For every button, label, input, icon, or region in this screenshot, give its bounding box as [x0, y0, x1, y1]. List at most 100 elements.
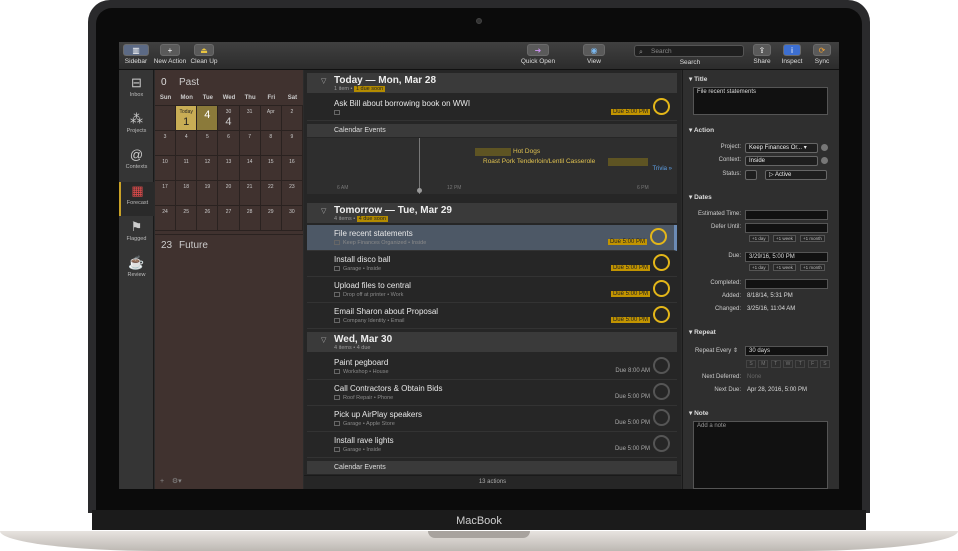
project-popup[interactable]: Keep Finances Or... ▾	[745, 143, 818, 153]
rail-item-projects[interactable]: ⁂ Projects	[119, 110, 154, 144]
calendar-day[interactable]: 25	[176, 206, 198, 231]
calendar-day[interactable]: 16	[281, 156, 303, 181]
calendar-day[interactable]: Today 1	[176, 106, 198, 131]
calendar-day[interactable]: 12	[197, 156, 219, 181]
completion-checkbox[interactable]	[650, 228, 667, 245]
weekday-toggle[interactable]: S	[746, 360, 756, 368]
calendar-day[interactable]: 21	[239, 181, 261, 206]
repeat-section-header[interactable]: ▾ Repeat	[689, 328, 716, 336]
calendar-day[interactable]: Apr	[260, 106, 282, 131]
rail-item-flagged[interactable]: ⚑ Flagged	[119, 218, 154, 252]
group-header-tomorrow[interactable]: ▽ Tomorrow — Tue, Mar 29 4 items • 4 due…	[307, 203, 677, 223]
calendar-event[interactable]: Roast Pork Tenderloin/Lentil Casserole	[483, 157, 648, 166]
inspect-button[interactable]: i Inspect	[779, 44, 805, 65]
title-field[interactable]: File recent statements	[693, 87, 828, 115]
action-row[interactable]: Install disco ball Garage • Inside Due 5:0…	[307, 251, 677, 277]
defer-plus-week-button[interactable]: +1 week	[773, 235, 796, 242]
calendar-day[interactable]: 17	[155, 181, 177, 206]
calendar-day[interactable]: 20	[218, 181, 240, 206]
completion-checkbox[interactable]	[653, 306, 670, 323]
estimated-time-field[interactable]	[745, 210, 828, 220]
calendar-day[interactable]: 26	[197, 206, 219, 231]
completion-checkbox[interactable]	[653, 254, 670, 271]
calendar-day[interactable]: 9	[281, 131, 303, 156]
action-title[interactable]: Install rave lights	[334, 436, 394, 445]
calendar-day[interactable]: 29	[260, 206, 282, 231]
calendar-day[interactable]: 4	[176, 131, 198, 156]
action-row[interactable]: Pick up AirPlay speakers Garage • Apple S…	[307, 406, 677, 432]
calendar-day[interactable]: 14	[239, 156, 261, 181]
due-field[interactable]: 3/29/16, 5:00 PM	[745, 252, 828, 262]
calendar-day[interactable]: 2	[281, 106, 303, 131]
weekday-toggle[interactable]: F	[807, 360, 818, 368]
completion-checkbox[interactable]	[653, 357, 670, 374]
add-icon[interactable]: +	[160, 478, 164, 485]
calendar-day[interactable]: 27	[218, 206, 240, 231]
search-input[interactable]: ⌕ Search	[634, 45, 744, 57]
calendar-day[interactable]: 4	[197, 106, 219, 131]
action-row[interactable]: File recent statements Keep Finances Orga…	[307, 225, 677, 251]
action-row[interactable]: Call Contractors & Obtain Bids Roof Repai…	[307, 380, 677, 406]
completion-checkbox[interactable]	[653, 409, 670, 426]
action-row[interactable]: Install rave lights Garage • Inside Due 5:…	[307, 432, 677, 458]
project-go-icon[interactable]	[821, 144, 828, 151]
action-title[interactable]: Pick up AirPlay speakers	[334, 410, 422, 419]
disclosure-icon[interactable]: ▽	[321, 77, 326, 85]
due-plus-month-button[interactable]: +1 month	[800, 264, 825, 271]
calendar-day[interactable]: 28	[239, 206, 261, 231]
action-title[interactable]: Call Contractors & Obtain Bids	[334, 384, 443, 393]
status-popup[interactable]: ▷ Active	[765, 170, 827, 180]
calendar-day[interactable]: 22	[260, 181, 282, 206]
calendar-day[interactable]: 23	[281, 181, 303, 206]
calendar-day[interactable]: 24	[155, 206, 177, 231]
weekday-toggle[interactable]: S	[819, 360, 830, 368]
action-row[interactable]: Email Sharon about Proposal Company Ident…	[307, 303, 677, 329]
defer-field[interactable]	[745, 223, 828, 233]
context-popup[interactable]: Inside	[745, 156, 818, 166]
note-field[interactable]: Add a note	[693, 421, 828, 489]
calendar-day[interactable]: 13	[218, 156, 240, 181]
completion-checkbox[interactable]	[653, 98, 670, 115]
future-row[interactable]: 23 Future	[155, 234, 303, 254]
calendar-day[interactable]: 8	[260, 131, 282, 156]
calendar-day[interactable]: 10	[155, 156, 177, 181]
group-header-today[interactable]: ▽ Today — Mon, Mar 28 1 item • 1 due soo…	[307, 73, 677, 93]
sidebar-button[interactable]: ▥ Sidebar	[123, 44, 149, 65]
title-section-header[interactable]: ▾ Title	[689, 75, 707, 83]
rail-item-forecast[interactable]: ▦ Forecast	[119, 182, 154, 216]
dates-section-header[interactable]: ▾ Dates	[689, 193, 712, 201]
clean-up-button[interactable]: ⏏ Clean Up	[190, 44, 218, 65]
due-plus-day-button[interactable]: +1 day	[749, 264, 769, 271]
new-action-button[interactable]: + New Action	[153, 44, 187, 65]
weekday-toggle[interactable]: T	[795, 360, 806, 368]
calendar-day[interactable]: 18	[176, 181, 198, 206]
weekday-toggle[interactable]: W	[782, 360, 793, 368]
action-section-header[interactable]: ▾ Action	[689, 126, 714, 134]
share-button[interactable]: ⇪ Share	[751, 44, 773, 65]
weekday-toggle[interactable]: M	[758, 360, 769, 368]
trivia-link[interactable]: Trivia »	[653, 166, 672, 172]
sync-button[interactable]: ⟳ Sync	[811, 44, 833, 65]
disclosure-icon[interactable]: ▽	[321, 336, 326, 344]
rail-item-contexts[interactable]: @ Contexts	[119, 146, 154, 180]
quick-open-button[interactable]: ➜ Quick Open	[519, 44, 557, 65]
action-title[interactable]: Install disco ball	[334, 255, 390, 264]
calendar-day[interactable]	[155, 106, 177, 131]
past-row[interactable]: 0 Past	[155, 72, 303, 92]
completion-checkbox[interactable]	[653, 435, 670, 452]
context-go-icon[interactable]	[821, 157, 828, 164]
view-button[interactable]: ◉ View	[582, 44, 606, 65]
weekday-toggle[interactable]: T	[770, 360, 781, 368]
disclosure-icon[interactable]: ▽	[321, 207, 326, 215]
calendar-day[interactable]: 30 4	[218, 106, 240, 131]
note-section-header[interactable]: ▾ Note	[689, 409, 709, 417]
action-row[interactable]: Paint pegboard Workshop • House Due 8:00 A…	[307, 354, 677, 380]
repeat-interval-field[interactable]: 30 days	[745, 346, 828, 356]
action-row[interactable]: Ask Bill about borrowing book on WWI Due …	[307, 95, 677, 121]
calendar-day[interactable]: 7	[239, 131, 261, 156]
calendar-event[interactable]: Hot Dogs	[475, 147, 540, 156]
action-title[interactable]: Email Sharon about Proposal	[334, 307, 438, 316]
completion-checkbox[interactable]	[653, 383, 670, 400]
completion-checkbox[interactable]	[653, 280, 670, 297]
defer-plus-month-button[interactable]: +1 month	[800, 235, 825, 242]
